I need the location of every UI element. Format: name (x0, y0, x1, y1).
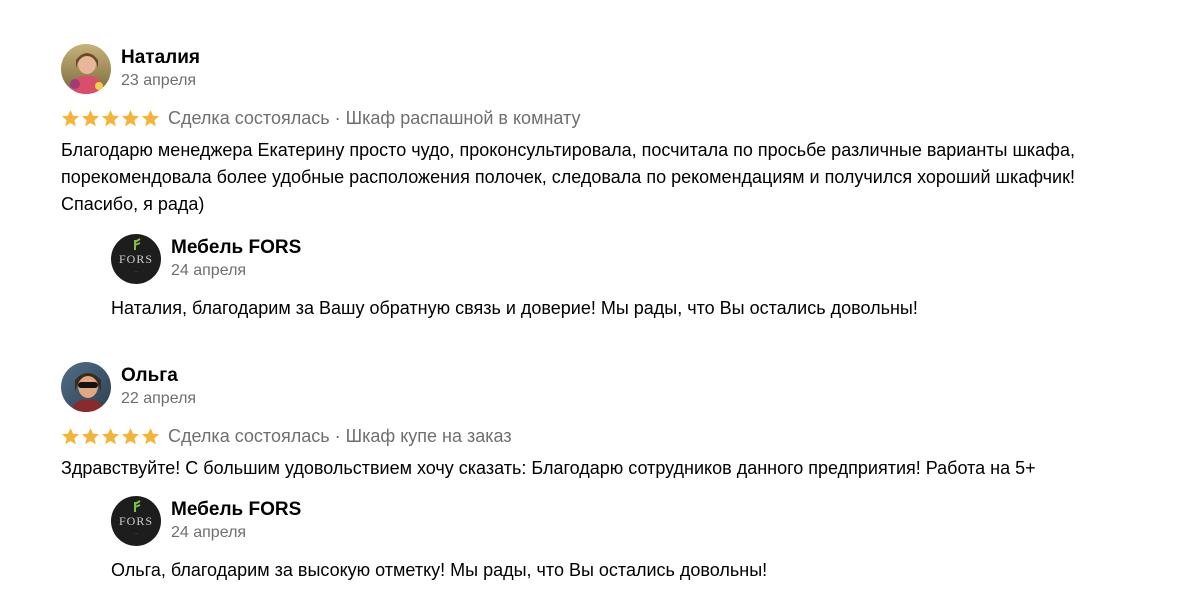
logo-tagline: ... (134, 268, 138, 273)
user-photo-icon (61, 362, 111, 412)
star-icon (101, 427, 120, 444)
reply-author-row: FORS ... Мебель FORS 24 апреля (111, 234, 1171, 284)
review-text: Благодарю менеджера Екатерину просто чуд… (61, 137, 1171, 218)
review-card: Ольга 22 апреля Сделка состоялась · Шкаф… (61, 362, 1171, 584)
reply-date: 24 апреля (171, 262, 247, 279)
review-author-row: Ольга 22 апреля (61, 362, 1171, 412)
reply-author-meta: Мебель FORS 24 апреля (171, 499, 301, 543)
reply-text: Ольга, благодарим за высокую отметку! Мы… (111, 560, 768, 580)
review-date: 22 апреля (121, 390, 197, 407)
fors-logo-icon[interactable]: FORS ... (111, 234, 161, 284)
company-reply: FORS ... Мебель FORS 24 апреля Ольга, бл… (111, 496, 1171, 584)
logo-tagline: ... (134, 530, 138, 535)
rating-row: Сделка состоялась · Шкаф распашной в ком… (61, 106, 1171, 130)
review-author-row: Наталия 23 апреля (61, 44, 1171, 94)
review-date: 23 апреля (121, 72, 197, 89)
star-icon (121, 109, 140, 126)
star-icon (141, 427, 160, 444)
star-icon (121, 427, 140, 444)
company-name[interactable]: Мебель FORS (171, 499, 301, 521)
user-photo-icon (61, 44, 111, 94)
reply-author-row: FORS ... Мебель FORS 24 апреля (111, 496, 1171, 546)
author-meta: Ольга 22 апреля (121, 365, 196, 409)
star-icon (81, 427, 100, 444)
reply-date: 24 апреля (171, 524, 247, 541)
logo-word: FORS (118, 252, 154, 266)
star-icon (141, 109, 160, 126)
avatar[interactable] (61, 362, 111, 412)
company-reply: FORS ... Мебель FORS 24 апреля Наталия, … (111, 234, 1171, 322)
star-icon (61, 109, 80, 126)
star-rating (61, 427, 160, 446)
reply-author-meta: Мебель FORS 24 апреля (171, 237, 301, 281)
review-text-line: Благодарю менеджера Екатерину просто чуд… (61, 140, 1075, 160)
review-text-line: Здравствуйте! С большим удовольствием хо… (61, 458, 1036, 478)
rating-row: Сделка состоялась · Шкаф купе на заказ (61, 424, 1171, 448)
author-name[interactable]: Ольга (121, 365, 196, 387)
deal-status: Сделка состоялась · Шкаф купе на заказ (168, 425, 512, 446)
deal-status: Сделка состоялась · Шкаф распашной в ком… (168, 107, 581, 128)
star-rating (61, 109, 160, 128)
review-text-line: порекомендовала более удобные расположен… (61, 167, 1075, 187)
author-meta: Наталия 23 апреля (121, 47, 200, 91)
star-icon (61, 427, 80, 444)
star-icon (81, 109, 100, 126)
logo-word: FORS (118, 514, 154, 528)
company-name[interactable]: Мебель FORS (171, 237, 301, 259)
fors-logo-icon[interactable]: FORS ... (111, 496, 161, 546)
review-text: Здравствуйте! С большим удовольствием хо… (61, 455, 1171, 482)
review-card: Наталия 23 апреля Сделка состоялась · Шк… (61, 44, 1171, 322)
avatar[interactable] (61, 44, 111, 94)
reply-text: Наталия, благодарим за Вашу обратную свя… (111, 298, 918, 318)
star-icon (101, 109, 120, 126)
author-name[interactable]: Наталия (121, 47, 200, 69)
review-text-line: Спасибо, я рада) (61, 194, 205, 214)
